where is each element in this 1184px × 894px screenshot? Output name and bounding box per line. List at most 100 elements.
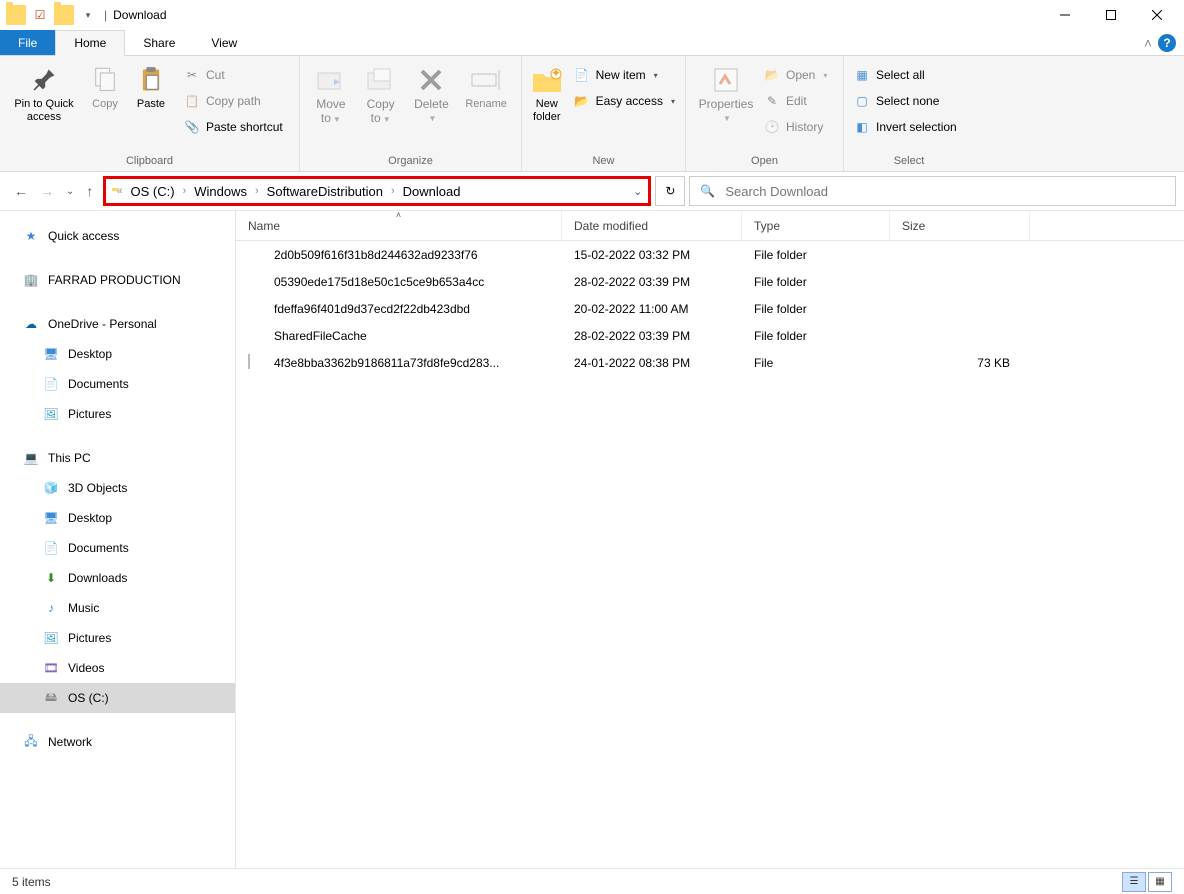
properties-button[interactable]: Properties▼ bbox=[692, 60, 760, 125]
cut-icon: ✂ bbox=[184, 67, 200, 83]
chevron-right-icon[interactable]: › bbox=[391, 185, 395, 197]
new-folder-button[interactable]: ✦ New folder bbox=[528, 60, 566, 124]
sidebar-pc-pictures[interactable]: 🖼Pictures bbox=[0, 623, 235, 653]
edit-button[interactable]: ✎Edit bbox=[760, 90, 831, 112]
easy-access-icon: 📂 bbox=[574, 93, 590, 109]
breadcrumb-part[interactable]: SoftwareDistribution bbox=[263, 184, 387, 199]
sidebar-pc-downloads[interactable]: ⬇Downloads bbox=[0, 563, 235, 593]
table-row[interactable]: SharedFileCache28-02-2022 03:39 PMFile f… bbox=[236, 322, 1184, 349]
column-header-date[interactable]: Date modified bbox=[562, 211, 742, 240]
file-name: 05390ede175d18e50c1c5ce9b653a4cc bbox=[274, 275, 484, 289]
cube-icon: 🧊 bbox=[42, 479, 60, 497]
file-date: 15-02-2022 03:32 PM bbox=[562, 248, 742, 262]
tab-home[interactable]: Home bbox=[55, 30, 125, 56]
sidebar-pc-videos[interactable]: 🎞Videos bbox=[0, 653, 235, 683]
sidebar-od-pictures[interactable]: 🖼Pictures bbox=[0, 399, 235, 429]
tab-share[interactable]: Share bbox=[125, 30, 193, 55]
nav-bar: ← → ⌄ ↑ « OS (C:) › Windows › SoftwareDi… bbox=[0, 172, 1184, 210]
forward-button[interactable]: → bbox=[40, 183, 54, 199]
minimize-button[interactable] bbox=[1042, 0, 1088, 30]
folder-icon bbox=[248, 327, 266, 345]
back-button[interactable]: ← bbox=[14, 183, 28, 199]
table-row[interactable]: 05390ede175d18e50c1c5ce9b653a4cc28-02-20… bbox=[236, 268, 1184, 295]
file-name: 4f3e8bba3362b9186811a73fd8fe9cd283... bbox=[274, 356, 499, 370]
refresh-button[interactable]: ↻ bbox=[655, 176, 685, 206]
pictures-icon: 🖼 bbox=[42, 405, 60, 423]
main-area: ★Quick access 🏢FARRAD PRODUCTION ☁OneDri… bbox=[0, 210, 1184, 868]
copy-to-button[interactable]: Copy to▼ bbox=[356, 60, 406, 126]
sidebar-farrad[interactable]: 🏢FARRAD PRODUCTION bbox=[0, 265, 235, 295]
column-header-name[interactable]: ˄Name bbox=[236, 211, 562, 240]
paste-shortcut-icon: 📎 bbox=[184, 119, 200, 135]
table-row[interactable]: fdeffa96f401d9d37ecd2f22db423dbd20-02-20… bbox=[236, 295, 1184, 322]
column-header-type[interactable]: Type bbox=[742, 211, 890, 240]
search-input[interactable] bbox=[725, 184, 1165, 199]
file-date: 28-02-2022 03:39 PM bbox=[562, 329, 742, 343]
table-row[interactable]: 4f3e8bba3362b9186811a73fd8fe9cd283...24-… bbox=[236, 349, 1184, 376]
column-header-size[interactable]: Size bbox=[890, 211, 1030, 240]
close-button[interactable] bbox=[1134, 0, 1180, 30]
recent-locations-button[interactable]: ⌄ bbox=[66, 186, 74, 197]
maximize-button[interactable] bbox=[1088, 0, 1134, 30]
sidebar-od-desktop[interactable]: 🖥Desktop bbox=[0, 339, 235, 369]
search-box[interactable]: 🔍 bbox=[689, 176, 1176, 206]
move-to-button[interactable]: Move to▼ bbox=[306, 60, 356, 126]
sidebar-quick-access[interactable]: ★Quick access bbox=[0, 221, 235, 251]
chevron-right-icon[interactable]: › bbox=[183, 185, 187, 197]
select-none-icon: ▢ bbox=[854, 93, 870, 109]
copy-path-button[interactable]: 📋Copy path bbox=[180, 90, 287, 112]
navigation-pane: ★Quick access 🏢FARRAD PRODUCTION ☁OneDri… bbox=[0, 211, 236, 868]
documents-icon: 📄 bbox=[42, 539, 60, 557]
select-none-button[interactable]: ▢Select none bbox=[850, 90, 961, 112]
breadcrumb-overflow-icon[interactable]: « bbox=[116, 185, 122, 197]
cut-button[interactable]: ✂Cut bbox=[180, 64, 287, 86]
delete-button[interactable]: Delete▼ bbox=[406, 60, 458, 125]
table-row[interactable]: 2d0b509f616f31b8d244632ad9233f7615-02-20… bbox=[236, 241, 1184, 268]
sidebar-this-pc[interactable]: 💻This PC bbox=[0, 443, 235, 473]
ribbon-collapse-icon[interactable]: ˄ bbox=[1144, 35, 1152, 51]
sidebar-pc-desktop[interactable]: 🖥Desktop bbox=[0, 503, 235, 533]
pictures-icon: 🖼 bbox=[42, 629, 60, 647]
sidebar-pc-os[interactable]: 🖴OS (C:) bbox=[0, 683, 235, 713]
building-icon: 🏢 bbox=[22, 271, 40, 289]
tab-view[interactable]: View bbox=[193, 30, 255, 55]
sidebar-pc-documents[interactable]: 📄Documents bbox=[0, 533, 235, 563]
download-icon: ⬇ bbox=[42, 569, 60, 587]
history-button[interactable]: 🕑History bbox=[760, 116, 831, 138]
breadcrumb-part[interactable]: Download bbox=[399, 184, 465, 199]
sidebar-onedrive[interactable]: ☁OneDrive - Personal bbox=[0, 309, 235, 339]
new-item-button[interactable]: 📄New item▾ bbox=[570, 64, 679, 86]
sidebar-network[interactable]: 🖧Network bbox=[0, 727, 235, 757]
copy-button[interactable]: Copy bbox=[82, 60, 128, 111]
select-all-button[interactable]: ▦Select all bbox=[850, 64, 961, 86]
help-icon[interactable]: ? bbox=[1158, 34, 1176, 52]
open-button[interactable]: 📂Open▾ bbox=[760, 64, 831, 86]
view-large-icons-button[interactable]: ▦ bbox=[1148, 872, 1172, 892]
up-button[interactable]: ↑ bbox=[86, 183, 93, 199]
rename-button[interactable]: Rename bbox=[457, 60, 515, 111]
breadcrumb-part[interactable]: OS (C:) bbox=[127, 184, 179, 199]
pin-to-quick-access-button[interactable]: Pin to Quick access bbox=[6, 60, 82, 124]
address-bar[interactable]: « OS (C:) › Windows › SoftwareDistributi… bbox=[103, 176, 651, 206]
qat-folder-icon[interactable] bbox=[54, 5, 74, 25]
new-item-icon: 📄 bbox=[574, 67, 590, 83]
delete-icon bbox=[415, 64, 447, 96]
invert-selection-button[interactable]: ◧Invert selection bbox=[850, 116, 961, 138]
sidebar-od-documents[interactable]: 📄Documents bbox=[0, 369, 235, 399]
file-type: File bbox=[742, 356, 890, 370]
ribbon-tabs: File Home Share View ˄ ? bbox=[0, 30, 1184, 56]
sidebar-3d-objects[interactable]: 🧊3D Objects bbox=[0, 473, 235, 503]
address-dropdown-icon[interactable]: ⌄ bbox=[633, 185, 642, 198]
file-type: File folder bbox=[742, 248, 890, 262]
easy-access-button[interactable]: 📂Easy access▾ bbox=[570, 90, 679, 112]
paste-button[interactable]: Paste bbox=[128, 60, 174, 111]
breadcrumb-part[interactable]: Windows bbox=[190, 184, 251, 199]
view-details-button[interactable]: ☰ bbox=[1122, 872, 1146, 892]
sidebar-pc-music[interactable]: ♪Music bbox=[0, 593, 235, 623]
qat-dropdown-icon[interactable]: ▾ bbox=[78, 5, 98, 25]
paste-shortcut-button[interactable]: 📎Paste shortcut bbox=[180, 116, 287, 138]
qat-properties-icon[interactable]: ☑ bbox=[30, 5, 50, 25]
chevron-right-icon[interactable]: › bbox=[255, 185, 259, 197]
tab-file[interactable]: File bbox=[0, 30, 55, 55]
drive-icon: 🖴 bbox=[42, 689, 60, 707]
